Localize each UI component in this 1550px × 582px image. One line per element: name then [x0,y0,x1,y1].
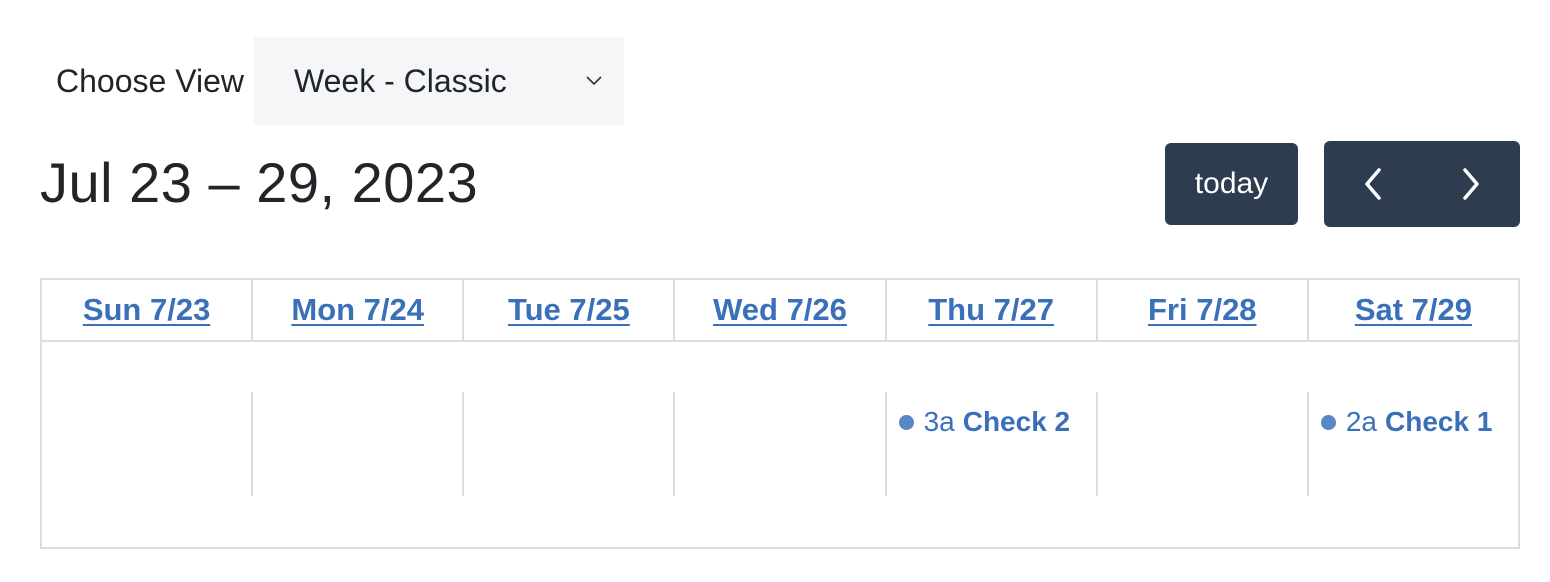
day-header-row: Sun 7/23 Mon 7/24 Tue 7/25 Wed 7/26 Thu 7/27… [42,280,1518,342]
event-time: 3a [923,406,955,437]
date-range-title: Jul 23 – 29, 2023 [40,151,479,214]
day-cell[interactable] [251,392,462,496]
week-calendar: Sun 7/23 Mon 7/24 Tue 7/25 Wed 7/26 Thu 7/27… [40,278,1520,549]
event-title: Check 1 [1385,406,1493,437]
day-cell[interactable] [1095,392,1307,496]
calendar-event[interactable]: 3a Check 2 [898,406,1071,438]
next-button[interactable] [1422,141,1520,227]
event-dot-icon [1320,414,1336,430]
day-header-cell: Mon 7/24 [251,280,462,340]
chevron-right-icon [1463,168,1479,200]
event-time: 2a [1345,406,1377,437]
day-cell[interactable] [673,392,884,496]
choose-view-label: Choose View [56,62,244,99]
day-header-cell: Sun 7/23 [42,280,251,340]
calendar-event[interactable]: 2a Check 1 [1320,406,1493,438]
day-header-link[interactable]: Sun 7/23 [83,292,211,328]
view-select-value: Week - Classic [293,62,507,99]
day-header-link[interactable]: Thu 7/27 [928,292,1054,328]
day-header-link[interactable]: Fri 7/28 [1148,292,1257,328]
day-header-cell: Fri 7/28 [1095,280,1307,340]
prev-next-button-group [1324,141,1520,227]
day-cell[interactable] [42,392,251,496]
event-dot-icon [898,414,914,430]
day-header-cell: Thu 7/27 [884,280,1096,340]
day-header-cell: Wed 7/26 [673,280,884,340]
event-title: Check 2 [962,406,1071,437]
day-cell[interactable]: 3a Check 2 [884,392,1096,496]
chevron-left-icon [1365,168,1381,200]
day-header-link[interactable]: Sat 7/29 [1355,292,1472,328]
view-chooser: Choose View Week - Classic [56,37,624,125]
event-row: 3a Check 2 2a Check 1 [42,392,1518,496]
day-cell[interactable] [462,392,673,496]
day-header-cell: Tue 7/25 [462,280,673,340]
prev-button[interactable] [1324,141,1422,227]
day-header-link[interactable]: Mon 7/24 [291,292,424,328]
chevron-down-icon [586,76,602,86]
day-cell[interactable]: 2a Check 1 [1306,392,1518,496]
day-header-cell: Sat 7/29 [1306,280,1518,340]
view-select[interactable]: Week - Classic [253,37,624,125]
today-button[interactable]: today [1165,143,1298,225]
day-header-link[interactable]: Wed 7/26 [713,292,847,328]
day-header-link[interactable]: Tue 7/25 [508,292,630,328]
